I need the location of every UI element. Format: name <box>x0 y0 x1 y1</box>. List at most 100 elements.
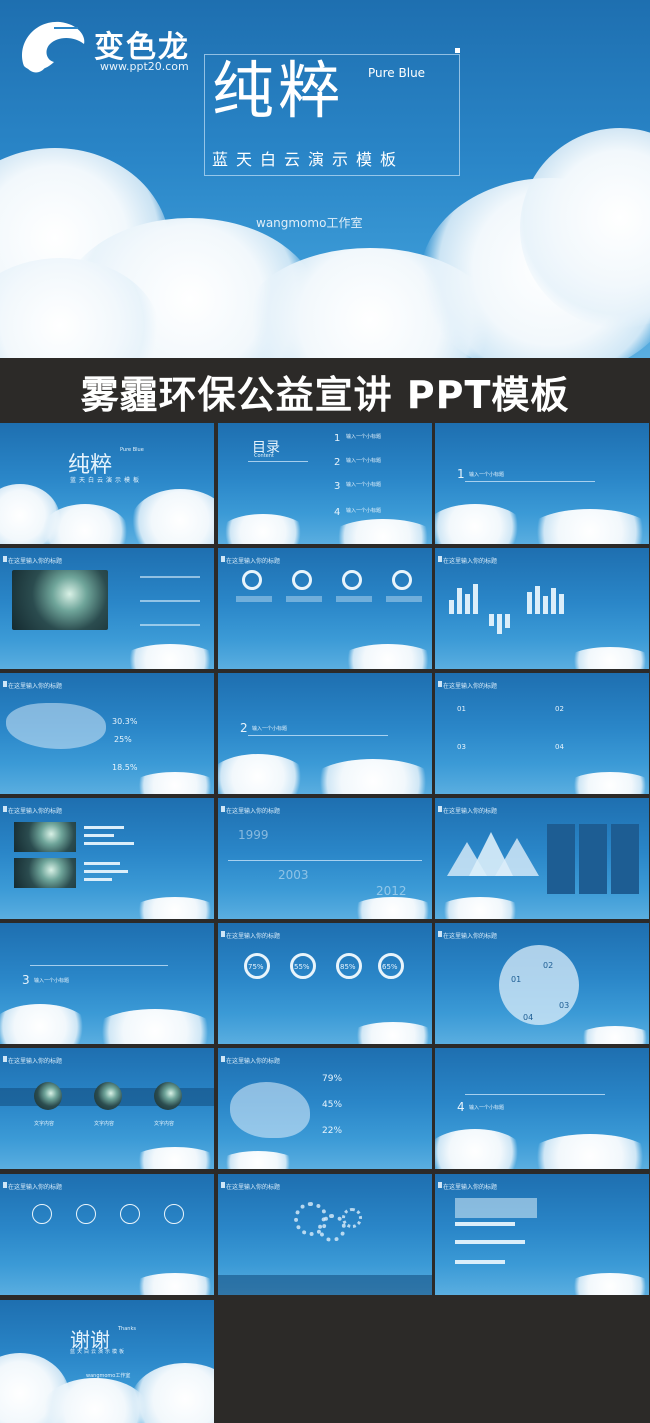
slide-header: 在这里输入你的标题 <box>443 1184 498 1191</box>
item-number: 3 <box>334 481 341 492</box>
item-number: 04 <box>555 743 564 751</box>
section-number: 1 <box>457 467 465 481</box>
world-map <box>6 703 106 749</box>
section-label: 输入一个小标题 <box>34 978 70 984</box>
slide-thumb-three-photos[interactable]: 在这里输入你的标题 文字内容 文字内容 文字内容 <box>0 1048 214 1169</box>
brand-logo: 变色龙 www.ppt20.com <box>14 14 234 84</box>
slide-thumb-four-columns[interactable]: 在这里输入你的标题 <box>218 548 432 669</box>
section-number: 2 <box>240 721 248 735</box>
item-number: 02 <box>555 705 564 713</box>
slide-header: 在这里输入你的标题 <box>226 1184 281 1191</box>
frame-dot <box>455 48 460 53</box>
photo <box>154 1082 182 1110</box>
photo-label: 文字内容 <box>34 1121 55 1127</box>
slide-header: 在这里输入你的标题 <box>8 1184 63 1191</box>
slide-thumb-four-items[interactable]: 在这里输入你的标题 01 02 03 04 <box>435 673 649 794</box>
slide-title-en: Content <box>254 453 274 459</box>
segment-number: 02 <box>543 961 554 970</box>
mountain-chart <box>447 832 539 876</box>
photo <box>12 570 108 630</box>
section-number: 3 <box>22 973 30 987</box>
slide-thumb-cover[interactable]: 纯粹 Pure Blue 蓝天白云演示模板 <box>0 423 214 544</box>
ring-percent: 85% <box>340 963 356 971</box>
slide-thumb-progress-rings[interactable]: 在这里输入你的标题 75% 55% 85% 65% <box>218 923 432 1044</box>
slide-thumb-icon-columns[interactable]: 在这里输入你的标题 <box>0 1174 214 1295</box>
slide-thumb-contents[interactable]: 目录 Content 1 输入一个小标题 2 输入一个小标题 3 输入一个小标题… <box>218 423 432 544</box>
slide-header: 在这里输入你的标题 <box>8 558 63 565</box>
slide-thumb-circular-diagram[interactable]: 在这里输入你的标题 01 02 03 04 <box>435 923 649 1044</box>
photo <box>34 1082 62 1110</box>
slide-thumb-timeline[interactable]: 在这里输入你的标题 1999 2003 2012 <box>218 798 432 919</box>
slide-header: 在这里输入你的标题 <box>8 683 63 690</box>
slide-thumb-bar-chart[interactable]: 在这里输入你的标题 <box>435 548 649 669</box>
slide-thumb-section-2[interactable]: 2 输入一个小标题 <box>218 673 432 794</box>
slide-header: 在这里输入你的标题 <box>226 1058 281 1065</box>
photo-label: 文字内容 <box>94 1121 115 1127</box>
contents-item: 输入一个小标题 <box>346 482 382 488</box>
stat-percent: 22% <box>322 1126 343 1136</box>
slide-thumb-people-chart[interactable]: 在这里输入你的标题 <box>435 1174 649 1295</box>
timeline-year: 2003 <box>278 868 309 882</box>
chameleon-icon <box>22 21 85 73</box>
segment-number: 04 <box>523 1013 534 1022</box>
slide-header: 在这里输入你的标题 <box>8 1058 63 1065</box>
slide-thumb-china-map[interactable]: 在这里输入你的标题 79% 45% 22% <box>218 1048 432 1169</box>
slide-header: 在这里输入你的标题 <box>443 558 498 565</box>
stat-percent: 30.3% <box>112 717 138 726</box>
item-number: 1 <box>334 433 341 444</box>
slide-header: 在这里输入你的标题 <box>226 933 281 940</box>
timeline-year: 2012 <box>376 884 407 898</box>
cloud-layer <box>0 128 650 358</box>
photo <box>94 1082 122 1110</box>
slide-thumb-mountains[interactable]: 在这里输入你的标题 <box>435 798 649 919</box>
slide-thumb-section-3[interactable]: 3 输入一个小标题 <box>0 923 214 1044</box>
section-label: 输入一个小标题 <box>469 1105 505 1111</box>
ring-percent: 75% <box>248 963 264 971</box>
section-label: 输入一个小标题 <box>469 472 505 478</box>
slide-thumb-world-map[interactable]: 在这里输入你的标题 30.3% 25% 18.5% <box>0 673 214 794</box>
slide-header: 在这里输入你的标题 <box>443 933 498 940</box>
hero-title: 纯粹 <box>212 54 345 127</box>
circular-diagram <box>499 945 579 1025</box>
hero-cover: 变色龙 www.ppt20.com 纯粹 Pure Blue 蓝天白云演示模板 … <box>0 0 650 358</box>
slide-header: 在这里输入你的标题 <box>443 808 498 815</box>
slide-header: 在这里输入你的标题 <box>8 808 63 815</box>
slide-thumb-thanks[interactable]: 谢谢 Thanks 蓝天白云演示模板 wangmomo工作室 <box>0 1300 214 1423</box>
section-label: 输入一个小标题 <box>252 726 288 732</box>
contents-item: 输入一个小标题 <box>346 434 382 440</box>
item-number: 2 <box>334 457 341 468</box>
brand-url: www.ppt20.com <box>100 60 189 73</box>
slide-thumb-photo-text[interactable]: 在这里输入你的标题 <box>0 548 214 669</box>
timeline-year: 1999 <box>238 828 269 842</box>
slide-subtitle: 蓝天白云演示模板 <box>70 477 143 484</box>
item-number: 01 <box>457 705 466 713</box>
item-number: 03 <box>457 743 466 751</box>
slide-thumb-section-1[interactable]: 1 输入一个小标题 <box>435 423 649 544</box>
slide-thumb-section-4[interactable]: 4 输入一个小标题 <box>435 1048 649 1169</box>
stat-percent: 45% <box>322 1100 343 1110</box>
segment-number: 03 <box>559 1001 570 1010</box>
contents-item: 输入一个小标题 <box>346 508 382 514</box>
banner: 雾霾环保公益宣讲 PPT模板 <box>0 358 650 420</box>
stat-percent: 25% <box>114 735 132 744</box>
hero-title-en: Pure Blue <box>368 66 426 80</box>
gear-icon <box>342 1208 362 1228</box>
slide-header: 在这里输入你的标题 <box>443 683 498 690</box>
slide-title-en: Pure Blue <box>120 447 144 453</box>
photo <box>14 858 76 888</box>
ring-percent: 65% <box>382 963 398 971</box>
slide-header: 在这里输入你的标题 <box>226 808 281 815</box>
slide-thumb-gears[interactable]: 在这里输入你的标题 <box>218 1174 432 1295</box>
slide-title-en: Thanks <box>118 1326 136 1332</box>
people-icons <box>455 1198 537 1218</box>
stat-percent: 18.5% <box>112 763 138 772</box>
china-map <box>230 1082 310 1138</box>
photo <box>14 822 76 852</box>
contents-item: 输入一个小标题 <box>346 458 382 464</box>
slide-thumb-photo-bars[interactable]: 在这里输入你的标题 <box>0 798 214 919</box>
banner-title: 雾霾环保公益宣讲 PPT模板 <box>80 373 570 417</box>
ring-percent: 55% <box>294 963 310 971</box>
section-number: 4 <box>457 1100 465 1114</box>
slide-header: 在这里输入你的标题 <box>226 558 281 565</box>
photo-label: 文字内容 <box>154 1121 175 1127</box>
